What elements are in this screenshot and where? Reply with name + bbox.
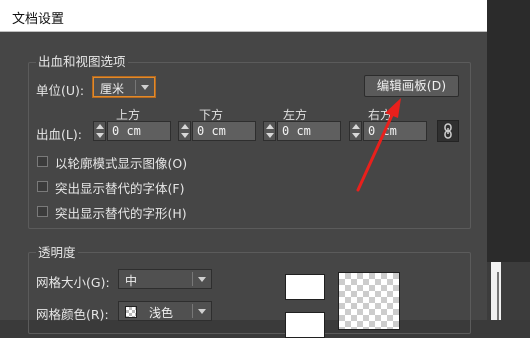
- link-chain-icon: [444, 123, 452, 139]
- unit-label: 单位(U):: [36, 83, 85, 98]
- bleed-bottom-stepper[interactable]: [178, 121, 191, 141]
- bleed-top-stepper[interactable]: [93, 121, 106, 141]
- stepper-down-icon: [352, 133, 360, 138]
- unit-select-value: 厘米: [100, 82, 125, 96]
- background-panel-right: [487, 262, 530, 320]
- window-title: 文档设置: [12, 12, 65, 27]
- stepper-up-icon: [352, 124, 360, 129]
- grid-size-separator: [192, 272, 193, 286]
- unit-select[interactable]: 厘米: [93, 77, 155, 97]
- paper-color-swatch[interactable]: [285, 274, 325, 300]
- grid-color-label: 网格颜色(R):: [36, 307, 109, 322]
- grid-size-label: 网格大小(G):: [36, 275, 110, 290]
- background-panel-strip: [491, 262, 501, 320]
- bleed-left-input[interactable]: 0 cm: [277, 121, 341, 141]
- outline-mode-checkbox[interactable]: [37, 156, 48, 167]
- chevron-down-icon: [198, 277, 206, 282]
- edit-artboards-button[interactable]: 编辑画板(D): [364, 75, 459, 97]
- stepper-down-icon: [96, 133, 104, 138]
- grid-size-value: 中: [125, 274, 138, 288]
- highlight-fonts-checkbox[interactable]: [37, 181, 48, 192]
- unit-select-separator: [135, 80, 136, 94]
- highlight-glyphs-checkbox[interactable]: [37, 206, 48, 217]
- stepper-up-icon: [96, 124, 104, 129]
- grid-color-separator: [192, 304, 193, 318]
- title-bar: 文档设置: [0, 0, 487, 32]
- stepper-down-icon: [266, 133, 274, 138]
- bleed-view-options-title: 出血和视图选项: [36, 51, 128, 70]
- bleed-bottom-input[interactable]: 0 cm: [192, 121, 256, 141]
- document-setup-dialog: 文档设置 出血和视图选项 单位(U): 厘米 编辑画板(D) 上方 下方 左方 …: [0, 0, 487, 338]
- outline-mode-label: 以轮廓模式显示图像(O): [55, 156, 188, 171]
- bleed-label: 出血(L):: [36, 127, 82, 142]
- grid-size-select[interactable]: 中: [118, 269, 212, 289]
- checkerboard-icon: [125, 306, 137, 318]
- bleed-top-input[interactable]: 0 cm: [107, 121, 171, 141]
- bleed-right-input[interactable]: 0 cm: [363, 121, 427, 141]
- link-bleed-values-button[interactable]: [437, 120, 459, 142]
- chevron-down-icon: [141, 85, 149, 90]
- stepper-up-icon: [181, 124, 189, 129]
- stepper-up-icon: [266, 124, 274, 129]
- grid-color-select[interactable]: 浅色: [118, 301, 212, 321]
- grid-color-value: 浅色: [149, 306, 174, 320]
- highlight-glyphs-label: 突出显示替代的字形(H): [55, 206, 187, 221]
- highlight-fonts-label: 突出显示替代的字体(F): [55, 181, 185, 196]
- bleed-left-stepper[interactable]: [263, 121, 276, 141]
- paper-color-swatch-secondary[interactable]: [285, 312, 325, 338]
- chevron-down-icon: [198, 309, 206, 314]
- transparency-title: 透明度: [36, 242, 78, 261]
- background-panel-divider: [497, 272, 499, 320]
- transparency-grid-preview: [338, 272, 400, 330]
- bleed-right-stepper[interactable]: [349, 121, 362, 141]
- stepper-down-icon: [181, 133, 189, 138]
